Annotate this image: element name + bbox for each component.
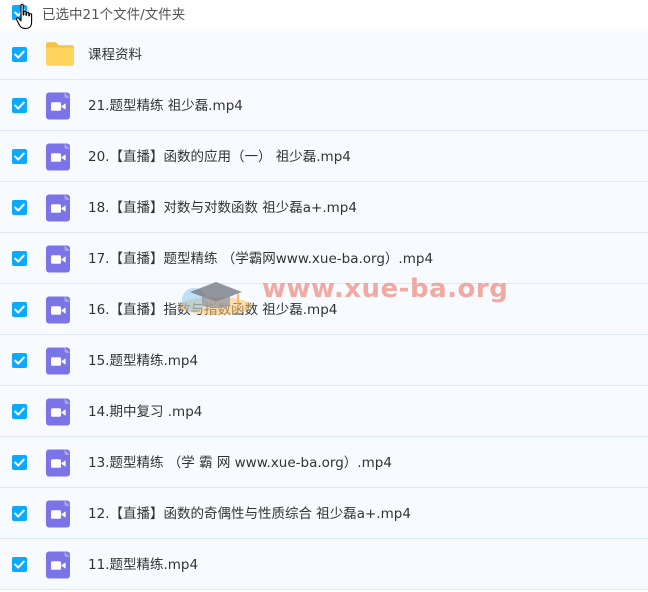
folder-icon <box>45 41 75 71</box>
file-list: 课程资料 21.题型精练 祖少磊.mp4 20.【直播】函数的应用（一） 祖少磊.m… <box>0 29 648 590</box>
file-row[interactable]: 21.题型精练 祖少磊.mp4 <box>0 80 648 131</box>
file-name[interactable]: 21.题型精练 祖少磊.mp4 <box>88 80 243 132</box>
file-name[interactable]: 18.【直播】对数与对数函数 祖少磊a+.mp4 <box>88 182 357 234</box>
file-checkbox[interactable] <box>12 200 27 215</box>
file-checkbox[interactable] <box>12 149 27 164</box>
file-checkbox[interactable] <box>12 251 27 266</box>
file-name[interactable]: 15.题型精练.mp4 <box>88 335 198 387</box>
video-file-icon <box>45 551 71 583</box>
checkmark-icon <box>14 254 25 263</box>
selection-header: 已选中21个文件/文件夹 <box>0 0 648 28</box>
video-file-icon <box>45 398 71 430</box>
file-name[interactable]: 20.【直播】函数的应用（一） 祖少磊.mp4 <box>88 131 351 183</box>
file-name[interactable]: 14.期中复习 .mp4 <box>88 386 202 438</box>
checkmark-icon <box>14 407 25 416</box>
file-name[interactable]: 12.【直播】函数的奇偶性与性质综合 祖少磊a+.mp4 <box>88 488 411 540</box>
video-file-icon <box>45 296 71 328</box>
file-name[interactable]: 16.【直播】指数与指数函数 祖少磊.mp4 <box>88 284 337 336</box>
checkmark-icon <box>14 509 25 518</box>
file-name[interactable]: 课程资料 <box>88 29 142 81</box>
file-checkbox[interactable] <box>12 353 27 368</box>
checkmark-icon <box>14 50 25 59</box>
file-checkbox[interactable] <box>12 455 27 470</box>
file-row[interactable]: 17.【直播】题型精练 （学霸网www.xue-ba.org）.mp4 <box>0 233 648 284</box>
file-row[interactable]: 15.题型精练.mp4 <box>0 335 648 386</box>
file-checkbox[interactable] <box>12 404 27 419</box>
checkmark-icon <box>14 203 25 212</box>
file-row[interactable]: 16.【直播】指数与指数函数 祖少磊.mp4 <box>0 284 648 335</box>
checkmark-icon <box>14 356 25 365</box>
hand-cursor-icon <box>15 3 33 29</box>
checkmark-icon <box>14 101 25 110</box>
checkmark-icon <box>14 458 25 467</box>
file-row[interactable]: 20.【直播】函数的应用（一） 祖少磊.mp4 <box>0 131 648 182</box>
video-file-icon <box>45 92 71 124</box>
file-row[interactable]: 13.题型精练 （学 霸 网 www.xue-ba.org）.mp4 <box>0 437 648 488</box>
file-checkbox[interactable] <box>12 47 27 62</box>
checkmark-icon <box>14 560 25 569</box>
file-checkbox[interactable] <box>12 98 27 113</box>
file-name[interactable]: 17.【直播】题型精练 （学霸网www.xue-ba.org）.mp4 <box>88 233 433 285</box>
video-file-icon <box>45 449 71 481</box>
file-checkbox[interactable] <box>12 302 27 317</box>
file-row[interactable]: 18.【直播】对数与对数函数 祖少磊a+.mp4 <box>0 182 648 233</box>
video-file-icon <box>45 245 71 277</box>
file-checkbox[interactable] <box>12 506 27 521</box>
file-row[interactable]: 12.【直播】函数的奇偶性与性质综合 祖少磊a+.mp4 <box>0 488 648 539</box>
video-file-icon <box>45 143 71 175</box>
file-row[interactable]: 14.期中复习 .mp4 <box>0 386 648 437</box>
file-name[interactable]: 11.题型精练.mp4 <box>88 539 198 591</box>
selection-count-text: 已选中21个文件/文件夹 <box>42 7 186 23</box>
video-file-icon <box>45 500 71 532</box>
file-checkbox[interactable] <box>12 557 27 572</box>
file-row[interactable]: 课程资料 <box>0 29 648 80</box>
checkmark-icon <box>14 305 25 314</box>
file-name[interactable]: 13.题型精练 （学 霸 网 www.xue-ba.org）.mp4 <box>88 437 392 489</box>
file-row[interactable]: 11.题型精练.mp4 <box>0 539 648 590</box>
checkmark-icon <box>14 152 25 161</box>
video-file-icon <box>45 347 71 379</box>
video-file-icon <box>45 194 71 226</box>
